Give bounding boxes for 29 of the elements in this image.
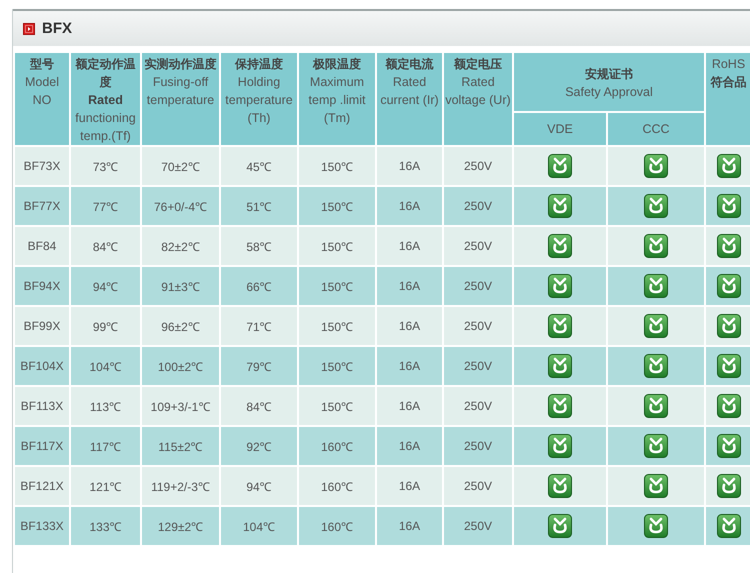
header-label: CCC xyxy=(641,121,671,138)
header-label-en: Model NO xyxy=(24,74,60,109)
header-label-en: Maximum temp .limit (Tm) xyxy=(308,74,366,127)
header-label-en: Rated functioning temp.(Tf) xyxy=(74,92,137,145)
header-label-zh: 型号 xyxy=(29,56,55,73)
table-cell: 250V xyxy=(443,506,513,546)
table-cell: 104℃ xyxy=(220,506,298,546)
header-label-en: Safety Approval xyxy=(564,84,654,101)
header-label-zh: 符合品 xyxy=(710,74,748,91)
header-label: VDE xyxy=(546,121,574,138)
table-cell: 160℃ xyxy=(298,506,376,546)
table-cell: BF133X xyxy=(14,506,70,546)
header-label-en: RoHS xyxy=(710,56,746,73)
header-label-zh: 保持温度 xyxy=(234,56,284,73)
table-cell: 16A xyxy=(376,506,443,546)
header-label-en: Rated current (Ir) xyxy=(379,74,440,109)
table-cell: 133℃ xyxy=(70,506,141,546)
header-label-zh: 额定电流 xyxy=(384,56,434,73)
header-label-en: Fusing-off temperature xyxy=(146,74,216,109)
table-cell: 129±2℃ xyxy=(141,506,220,546)
header-label-zh: 额定动作温度 xyxy=(74,56,136,91)
header-label-zh: 额定电压 xyxy=(452,56,503,73)
header-label-zh: 实测动作温度 xyxy=(144,56,218,73)
header-label-en: Holding temperature (Th) xyxy=(224,74,294,127)
header-label-en: Rated voltage (Ur) xyxy=(444,74,512,109)
header-label-zh: 安规证书 xyxy=(584,66,634,83)
play-icon xyxy=(23,22,35,34)
section-title: BFX xyxy=(42,20,72,37)
header-label-zh: 极限温度 xyxy=(312,56,362,73)
